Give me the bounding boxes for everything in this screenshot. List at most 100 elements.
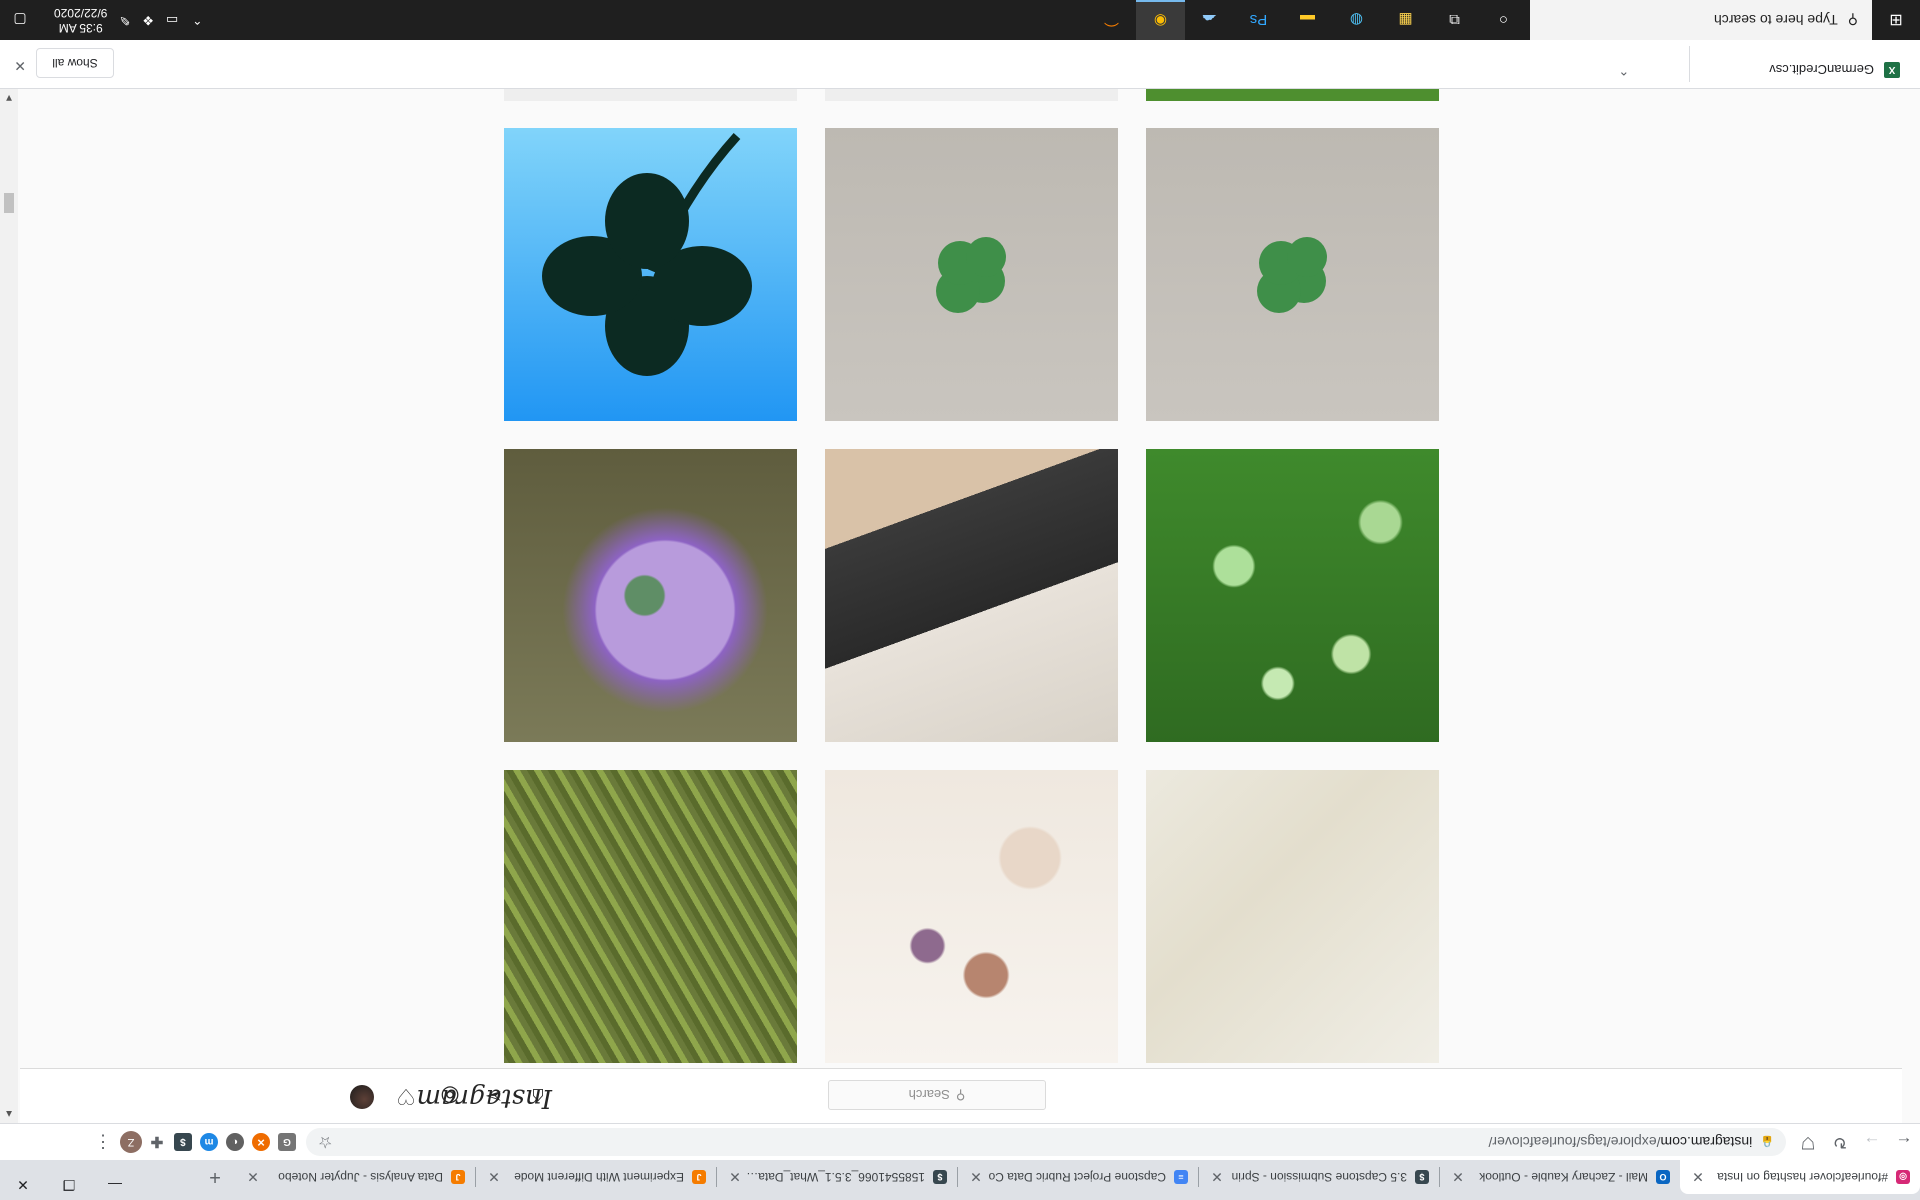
post-thumbnail[interactable] xyxy=(504,449,797,742)
post-thumbnail[interactable] xyxy=(825,770,1118,1063)
jupyter-favicon-icon: J xyxy=(692,1170,706,1184)
outlook-favicon-icon: O xyxy=(1656,1170,1670,1184)
taskbar-search-input[interactable]: ⚲ Type here to search xyxy=(1530,0,1872,40)
photoshop-icon[interactable]: Ps xyxy=(1234,0,1283,40)
post-thumbnail[interactable] xyxy=(825,449,1118,742)
tab-title: Capstone Project Rubric Data Co xyxy=(988,1170,1166,1184)
scroll-up-icon[interactable]: ▲ xyxy=(4,1108,14,1119)
post-thumbnail[interactable] xyxy=(1146,770,1439,1063)
tab-title: #fourleafclover hashtag on Insta xyxy=(1717,1170,1888,1184)
extension-x-icon[interactable]: ✕ xyxy=(252,1133,270,1151)
tab-title: Mail - Zachary Kauble - Outlook xyxy=(1479,1170,1648,1184)
post-thumbnail-partial[interactable] xyxy=(825,89,1118,101)
jupyter-favicon-icon: J xyxy=(451,1170,465,1184)
post-thumbnail[interactable] xyxy=(504,770,797,1063)
extensions-bar: G ✕ ◐ m $ ✚ xyxy=(148,1133,296,1151)
new-tab-button[interactable]: + xyxy=(201,1163,229,1191)
tab-instagram[interactable]: ◎ #fourleafclover hashtag on Insta ✕ xyxy=(1680,1160,1920,1194)
close-tab-icon[interactable]: ✕ xyxy=(1690,1169,1706,1186)
explore-compass-icon[interactable]: ◎ xyxy=(438,1083,462,1109)
cortana-icon[interactable]: ○ xyxy=(1479,0,1528,40)
forward-icon[interactable]: → xyxy=(1856,1128,1888,1156)
pen-icon[interactable]: ✎ xyxy=(119,12,130,28)
extension-m-icon[interactable]: m xyxy=(200,1133,218,1151)
chevron-up-icon[interactable]: ⌃ xyxy=(1618,62,1629,78)
close-tab-icon[interactable]: ✕ xyxy=(968,1169,984,1186)
post-thumbnail-partial[interactable] xyxy=(1146,89,1439,101)
close-tab-icon[interactable]: ✕ xyxy=(1450,1169,1466,1186)
shield-extension-icon[interactable]: ⛉ xyxy=(1792,1128,1824,1156)
restore-icon[interactable]: ❐ xyxy=(46,1170,92,1200)
search-input[interactable]: ⚲ Search xyxy=(828,1080,1046,1110)
clock-date: 9/22/2020 xyxy=(54,6,108,20)
notifications-icon[interactable]: ▢ xyxy=(0,0,40,40)
url-path: /explore/tags/fourleafclover/ xyxy=(1488,1134,1661,1150)
file-explorer-icon[interactable]: ▬ xyxy=(1283,0,1332,40)
close-window-icon[interactable]: ✕ xyxy=(0,1170,46,1200)
close-tab-icon[interactable]: ✕ xyxy=(245,1169,261,1186)
extensions-puzzle-icon[interactable]: ✚ xyxy=(148,1133,166,1151)
back-icon[interactable]: ← xyxy=(1888,1128,1920,1156)
extension-circle-icon[interactable]: ◐ xyxy=(226,1133,244,1151)
download-item[interactable]: X GermanCredit.csv ⌃ xyxy=(1618,62,1900,78)
extension-dollar-icon[interactable]: $ xyxy=(174,1133,192,1151)
menu-kebab-icon[interactable]: ⋮ xyxy=(94,1132,112,1153)
activity-heart-icon[interactable]: ♡ xyxy=(394,1083,418,1109)
edge-icon[interactable]: ◍ xyxy=(1332,0,1381,40)
search-placeholder: Search xyxy=(908,1087,950,1103)
tab-title: Data Analysis - Jupyter Notebo xyxy=(278,1170,443,1184)
jupyter-icon[interactable]: ⌒ xyxy=(1087,0,1136,40)
scroll-down-icon[interactable]: ▼ xyxy=(4,92,14,103)
browser-tab-strip: ◎ #fourleafclover hashtag on Insta ✕ O M… xyxy=(0,1160,1920,1200)
tab-title: Experiment With Different Mode xyxy=(514,1170,684,1184)
close-shelf-icon[interactable]: ✕ xyxy=(14,57,26,74)
store-icon[interactable]: ▦ xyxy=(1381,0,1430,40)
instagram-favicon-icon: ◎ xyxy=(1896,1170,1910,1184)
tab-capstone-rubric[interactable]: ≡ Capstone Project Rubric Data Co ✕ xyxy=(958,1160,1198,1194)
chrome-icon[interactable]: ◉ xyxy=(1136,0,1185,40)
post-thumbnail-partial[interactable] xyxy=(504,89,797,101)
tab-capstone-submission[interactable]: $ 3.5 Capstone Submission - Sprin ✕ xyxy=(1199,1160,1439,1194)
page-scrollbar[interactable]: ▲ ▼ xyxy=(0,89,18,1123)
system-tray: ⌃ ▭ ❖ ✎ 9:35 AM 9/22/2020 ▢ xyxy=(0,0,202,40)
onedrive-icon[interactable]: ☁ xyxy=(1185,0,1234,40)
post-thumbnail[interactable] xyxy=(1146,449,1439,742)
browser-toolbar: ← → ↻ ⛉ 🔒 instagram.com/explore/tags/fou… xyxy=(0,1123,1920,1160)
explore-grid xyxy=(18,89,1920,1069)
download-file-name: GermanCredit.csv xyxy=(1769,62,1874,78)
instagram-header: Instagram ⚲ Search ⌂ ➢ ◎ ♡ xyxy=(20,1068,1902,1123)
chevron-up-icon[interactable]: ⌃ xyxy=(192,13,202,27)
close-tab-icon[interactable]: ✕ xyxy=(486,1169,502,1186)
post-thumbnail[interactable] xyxy=(504,128,797,421)
clock[interactable]: 9:35 AM 9/22/2020 xyxy=(54,5,107,35)
network-icon[interactable]: ▭ xyxy=(166,12,178,28)
show-all-button[interactable]: Show all xyxy=(36,48,114,78)
address-bar[interactable]: 🔒 instagram.com/explore/tags/fourleafclo… xyxy=(306,1128,1786,1156)
tab-what-data[interactable]: $ 1585541066_3.5.1_What_Data_to ✕ xyxy=(717,1160,957,1194)
close-tab-icon[interactable]: ✕ xyxy=(1209,1169,1225,1186)
windows-start-icon[interactable]: ⊞ xyxy=(1872,0,1920,40)
extension-g-icon[interactable]: G xyxy=(278,1133,296,1151)
reload-icon[interactable]: ↻ xyxy=(1824,1128,1856,1156)
post-thumbnail[interactable] xyxy=(1146,128,1439,421)
bookmark-star-icon[interactable]: ☆ xyxy=(318,1132,332,1152)
tab-outlook[interactable]: O Mail - Zachary Kauble - Outlook ✕ xyxy=(1440,1160,1680,1194)
direct-messages-icon[interactable]: ➢ xyxy=(482,1083,506,1109)
search-icon: ⚲ xyxy=(1847,12,1858,29)
clock-time: 9:35 AM xyxy=(58,21,103,35)
post-thumbnail[interactable] xyxy=(825,128,1118,421)
taskbar-apps: ○ ⧉ ▦ ◍ ▬ Ps ☁ ◉ ⌒ xyxy=(1087,0,1528,40)
springboard-favicon-icon: $ xyxy=(1415,1170,1429,1184)
tab-data-analysis[interactable]: J Data Analysis - Jupyter Notebo ✕ xyxy=(235,1160,475,1194)
scrollbar-thumb[interactable] xyxy=(4,193,14,213)
profile-avatar[interactable] xyxy=(350,1085,374,1109)
close-tab-icon[interactable]: ✕ xyxy=(727,1169,743,1186)
dropbox-icon[interactable]: ❖ xyxy=(142,12,154,28)
instagram-nav-icons: ⌂ ➢ ◎ ♡ xyxy=(350,1083,550,1109)
minimize-icon[interactable]: — xyxy=(92,1170,138,1200)
profile-avatar[interactable]: Z xyxy=(120,1131,142,1153)
tab-experiment[interactable]: J Experiment With Different Mode ✕ xyxy=(476,1160,716,1194)
task-view-icon[interactable]: ⧉ xyxy=(1430,0,1479,40)
home-icon[interactable]: ⌂ xyxy=(526,1083,550,1109)
docs-favicon-icon: ≡ xyxy=(1174,1170,1188,1184)
